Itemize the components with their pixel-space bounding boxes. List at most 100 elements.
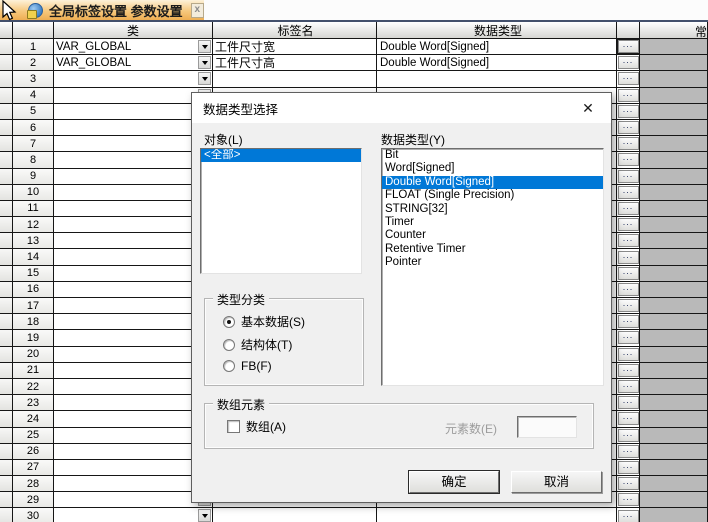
class-cell[interactable] (54, 395, 213, 411)
constant-cell[interactable] (640, 314, 708, 330)
browse-button[interactable]: ... (618, 445, 639, 458)
class-cell[interactable] (54, 444, 213, 460)
row-number-cell[interactable]: 8 (13, 152, 54, 168)
row-select-cell[interactable] (0, 104, 13, 120)
constant-cell[interactable] (640, 298, 708, 314)
class-cell[interactable] (54, 508, 213, 522)
browse-button[interactable]: ... (618, 510, 639, 522)
constant-cell[interactable] (640, 104, 708, 120)
row-select-cell[interactable] (0, 249, 13, 265)
browse-button[interactable]: ... (618, 315, 639, 328)
row-number-cell[interactable]: 15 (13, 266, 54, 282)
data-type-cell[interactable] (377, 71, 617, 87)
class-cell[interactable] (54, 476, 213, 492)
row-select-cell[interactable] (0, 266, 13, 282)
row-number-cell[interactable]: 23 (13, 395, 54, 411)
browse-button[interactable]: ... (618, 153, 639, 166)
constant-cell[interactable] (640, 39, 708, 55)
constant-cell[interactable] (640, 217, 708, 233)
row-number-cell[interactable]: 1 (13, 39, 54, 55)
constant-cell[interactable] (640, 476, 708, 492)
label-name-cell[interactable] (213, 508, 377, 522)
row-select-cell[interactable] (0, 428, 13, 444)
row-select-cell[interactable] (0, 185, 13, 201)
row-select-cell[interactable] (0, 55, 13, 71)
row-number-cell[interactable]: 11 (13, 201, 54, 217)
row-number-cell[interactable]: 4 (13, 88, 54, 104)
data-type-list-item[interactable]: STRING[32] (382, 203, 603, 216)
class-cell[interactable] (54, 298, 213, 314)
row-number-cell[interactable]: 18 (13, 314, 54, 330)
data-type-list-item[interactable]: Pointer (382, 256, 603, 269)
constant-cell[interactable] (640, 282, 708, 298)
row-number-cell[interactable]: 24 (13, 411, 54, 427)
row-select-cell[interactable] (0, 379, 13, 395)
constant-cell[interactable] (640, 152, 708, 168)
row-select-cell[interactable] (0, 233, 13, 249)
browse-button[interactable]: ... (618, 218, 639, 231)
browse-button[interactable]: ... (618, 283, 639, 296)
browse-button[interactable]: ... (618, 477, 639, 490)
browse-button[interactable]: ... (618, 186, 639, 199)
constant-cell[interactable] (640, 88, 708, 104)
class-cell[interactable] (54, 201, 213, 217)
browse-button[interactable]: ... (618, 234, 639, 247)
row-number-cell[interactable]: 9 (13, 169, 54, 185)
element-count-input[interactable] (517, 416, 577, 438)
class-cell[interactable] (54, 379, 213, 395)
constant-cell[interactable] (640, 460, 708, 476)
constant-cell[interactable] (640, 120, 708, 136)
row-number-cell[interactable]: 30 (13, 508, 54, 522)
close-icon[interactable]: ✕ (579, 100, 597, 117)
browse-button[interactable]: ... (618, 267, 639, 280)
browse-button[interactable]: ... (618, 72, 639, 85)
class-cell[interactable] (54, 411, 213, 427)
class-cell[interactable] (54, 266, 213, 282)
row-number-cell[interactable]: 22 (13, 379, 54, 395)
constant-cell[interactable] (640, 428, 708, 444)
browse-button[interactable]: ... (618, 299, 639, 312)
data-type-listbox[interactable]: BitWord[Signed]Double Word[Signed]FLOAT … (381, 148, 604, 386)
row-select-cell[interactable] (0, 411, 13, 427)
class-cell[interactable]: VAR_GLOBAL (54, 39, 213, 55)
row-select-cell[interactable] (0, 330, 13, 346)
row-select-cell[interactable] (0, 217, 13, 233)
row-select-cell[interactable] (0, 120, 13, 136)
browse-button[interactable]: ... (618, 461, 639, 474)
row-number-cell[interactable]: 21 (13, 363, 54, 379)
class-cell[interactable] (54, 120, 213, 136)
browse-button[interactable]: ... (618, 380, 639, 393)
data-type-list-item[interactable]: FLOAT (Single Precision) (382, 189, 603, 202)
row-select-cell[interactable] (0, 460, 13, 476)
constant-cell[interactable] (640, 185, 708, 201)
constant-cell[interactable] (640, 249, 708, 265)
row-select-cell[interactable] (0, 476, 13, 492)
dialog-titlebar[interactable]: 数据类型选择 ✕ (192, 93, 611, 123)
row-select-cell[interactable] (0, 314, 13, 330)
class-cell[interactable] (54, 314, 213, 330)
class-cell[interactable] (54, 428, 213, 444)
class-cell[interactable] (54, 492, 213, 508)
row-number-cell[interactable]: 19 (13, 330, 54, 346)
row-number-cell[interactable]: 6 (13, 120, 54, 136)
row-number-cell[interactable]: 20 (13, 347, 54, 363)
row-select-cell[interactable] (0, 508, 13, 522)
class-cell[interactable] (54, 152, 213, 168)
class-cell[interactable] (54, 185, 213, 201)
data-type-cell[interactable]: Double Word[Signed] (377, 39, 617, 55)
tab-close-icon[interactable]: x (191, 3, 204, 18)
data-type-list-item[interactable]: Double Word[Signed] (382, 176, 603, 189)
browse-button[interactable]: ... (618, 429, 639, 442)
class-cell[interactable] (54, 330, 213, 346)
row-select-cell[interactable] (0, 201, 13, 217)
constant-cell[interactable] (640, 266, 708, 282)
browse-button[interactable]: ... (618, 137, 639, 150)
row-select-cell[interactable] (0, 363, 13, 379)
browse-button[interactable]: ... (618, 202, 639, 215)
row-select-cell[interactable] (0, 71, 13, 87)
row-select-cell[interactable] (0, 169, 13, 185)
row-number-cell[interactable]: 29 (13, 492, 54, 508)
class-cell[interactable] (54, 460, 213, 476)
row-number-cell[interactable]: 14 (13, 249, 54, 265)
object-list-item[interactable]: <全部> (201, 149, 361, 162)
